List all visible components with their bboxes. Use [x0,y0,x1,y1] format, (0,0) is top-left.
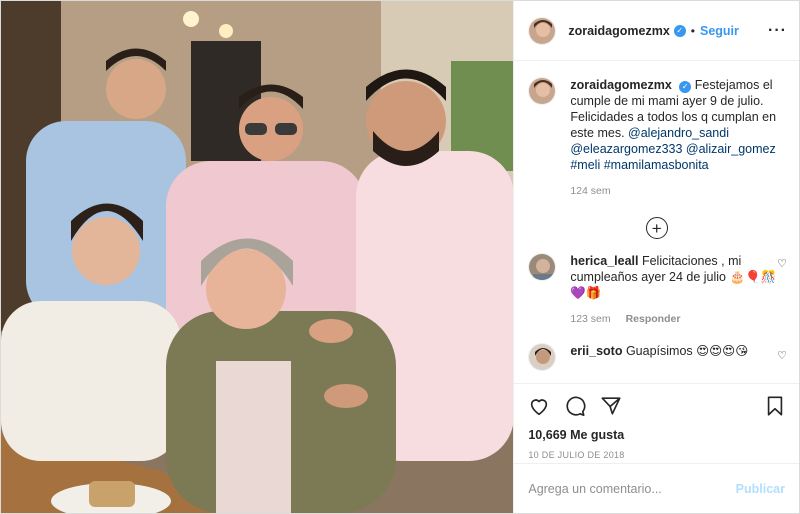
reply-button[interactable]: Responder [626,313,681,325]
action-icons [528,392,785,420]
comment-item: herica_leall Felicitaciones , mi cumplea… [528,253,787,327]
comment-time: 123 sem [570,313,611,325]
commenter-avatar[interactable] [528,343,557,371]
comment-text: Guapísimos 😍😍😍😘 [625,344,749,358]
caption-avatar[interactable] [528,77,557,105]
post-actions: 10,669 Me gusta 10 DE JULIO DE 2018 Publ… [514,383,799,513]
more-options-icon[interactable]: ··· [768,22,787,40]
caption: zoraidagomezmx ✓ Festejamos el cumple de… [528,77,785,199]
verified-badge-icon: ✓ [673,24,686,37]
comment-icon[interactable] [564,395,586,417]
follow-button[interactable]: Seguir [700,24,739,38]
heart-icon[interactable] [528,395,550,417]
commenter-avatar[interactable] [528,253,557,281]
comment-body: herica_leall Felicitaciones , mi cumplea… [570,253,780,327]
instagram-post: zoraidagomezmx ✓ • Seguir ··· zoraidagom… [0,0,800,514]
post-photo[interactable] [1,1,514,513]
post-header: zoraidagomezmx ✓ • Seguir ··· [514,1,799,61]
header-separator: • [690,23,695,38]
comment-item: erii_soto Guapísimos 😍😍😍😘 ♡ [528,343,787,371]
post-date[interactable]: 10 DE JULIO DE 2018 [528,450,785,460]
comments-section: zoraidagomezmx ✓ Festejamos el cumple de… [514,61,799,383]
family-photo-illustration [1,1,514,513]
plus-circle-icon[interactable]: + [645,217,668,239]
bookmark-icon[interactable] [765,395,785,417]
comment-username[interactable]: erii_soto [570,344,622,358]
mention-eleazar[interactable]: @eleazargomez333 [570,142,682,156]
author-username[interactable]: zoraidagomezmx [568,24,669,38]
hashtag-meli[interactable]: #meli [570,158,600,172]
publish-button[interactable]: Publicar [736,482,785,496]
likes-count[interactable]: 10,669 Me gusta [528,428,785,442]
load-more-comments: + [528,217,785,239]
comment-body: erii_soto Guapísimos 😍😍😍😘 [570,343,748,359]
mention-alejandro[interactable]: @alejandro_sandi [628,126,729,140]
share-icon[interactable] [600,395,622,417]
comment-like-heart-icon[interactable]: ♡ [777,257,787,270]
verified-badge-icon: ✓ [679,81,692,93]
caption-username[interactable]: zoraidagomezmx [570,78,671,92]
hashtag-mamilamasbonita[interactable]: #mamilamasbonita [604,158,709,172]
comment-username[interactable]: herica_leall [570,254,638,268]
author-avatar[interactable] [528,16,557,45]
mention-alizair[interactable]: @alizair_gomez [686,142,776,156]
comment-meta: 123 sem Responder [570,311,780,327]
caption-time: 124 sem [570,185,611,197]
comment-like-heart-icon[interactable]: ♡ [777,349,787,362]
comment-input[interactable] [528,481,736,496]
caption-body: zoraidagomezmx ✓ Festejamos el cumple de… [570,77,785,199]
post-side-panel: zoraidagomezmx ✓ • Seguir ··· zoraidagom… [513,1,799,513]
add-comment-bar: Publicar [514,463,799,513]
